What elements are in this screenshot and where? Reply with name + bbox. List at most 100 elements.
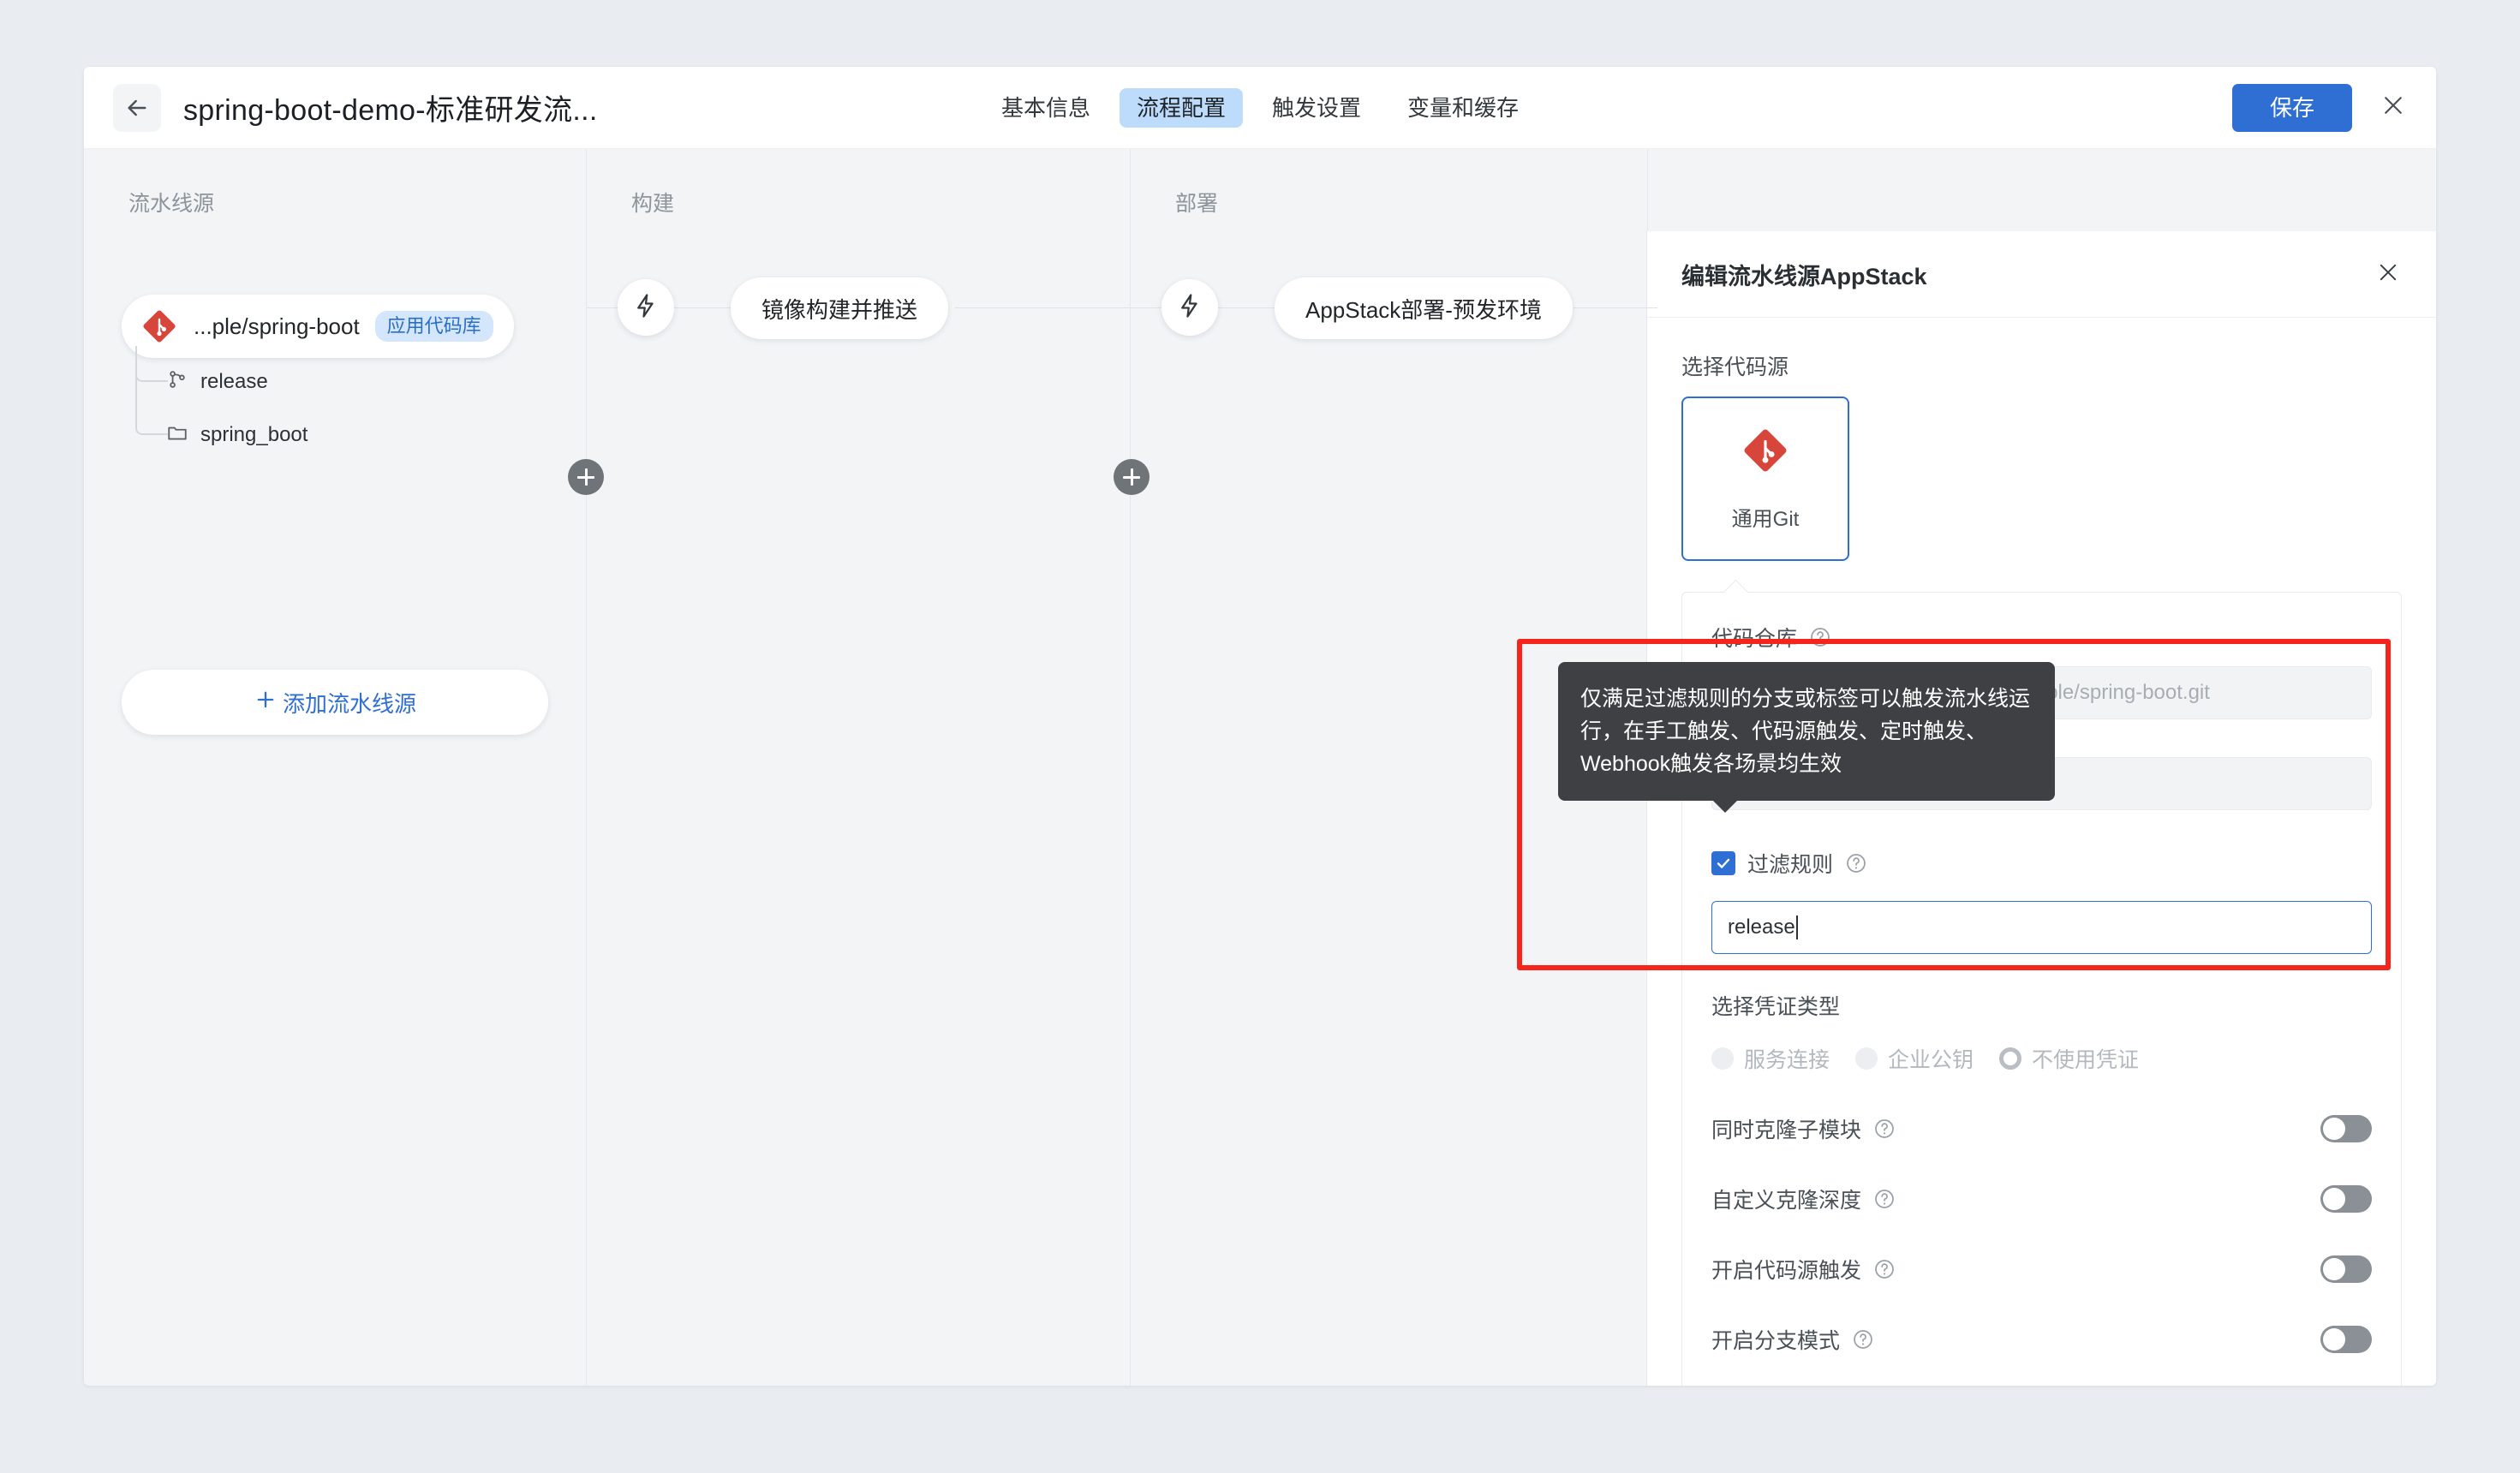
edit-source-panel: 编辑流水线源AppStack 选择代码源 通用Git 代码仓库 过滤规则 rel… — [1646, 231, 2436, 1386]
tab-trigger-settings[interactable]: 触发设置 — [1255, 88, 1378, 128]
toggle-switch[interactable] — [2320, 1326, 2372, 1353]
radio-label: 企业公钥 — [1888, 1048, 1974, 1072]
save-button[interactable]: 保存 — [2231, 83, 2352, 132]
source-node-tag: 应用代码库 — [374, 311, 493, 342]
question-circle-icon[interactable] — [1809, 626, 1831, 648]
radio-circle-selected-icon — [1999, 1047, 2022, 1070]
close-editor-button[interactable] — [2376, 91, 2410, 125]
source-tree: release spring_boot — [135, 346, 308, 471]
tree-connector — [135, 406, 168, 435]
add-pipeline-source-button[interactable]: 添加流水线源 — [122, 670, 548, 735]
repo-label: 代码仓库 — [1711, 627, 1798, 651]
filter-rule-checkbox[interactable] — [1711, 851, 1735, 875]
app-header: spring-boot-demo-标准研发流... 基本信息 流程配置 触发设置… — [84, 67, 2436, 149]
question-circle-icon[interactable] — [1845, 852, 1867, 874]
tree-connector-stem — [135, 346, 137, 409]
question-circle-icon[interactable] — [1873, 1118, 1896, 1140]
question-circle-icon[interactable] — [1873, 1258, 1896, 1280]
toggle-knob — [2323, 1188, 2345, 1210]
source-type-card-label: 通用Git — [1731, 508, 1800, 531]
toggle-row-branch-mode: 开启分支模式 — [1711, 1324, 2372, 1355]
toggle-knob — [2323, 1258, 2345, 1280]
panel-body: 选择代码源 通用Git 代码仓库 过滤规则 release 选择凭证类型 服务连… — [1647, 318, 2436, 1386]
tree-item-folder[interactable]: spring_boot — [135, 346, 308, 452]
radio-label: 不使用凭证 — [2032, 1048, 2140, 1072]
tree-item-branch[interactable]: release — [135, 353, 308, 399]
toggle-knob — [2323, 1328, 2345, 1351]
close-icon — [2376, 260, 2400, 289]
stage-title-source: 流水线源 — [128, 192, 215, 216]
toggle-switch[interactable] — [2320, 1185, 2372, 1213]
add-stage-button-after-build[interactable] — [1114, 459, 1150, 495]
tree-connector — [135, 353, 168, 382]
filter-rule-tooltip: 仅满足过滤规则的分支或标签可以触发流水线运行，在手工触发、代码源触发、定时触发、… — [1558, 662, 2055, 813]
lightning-icon — [1177, 293, 1203, 323]
source-type-card-git[interactable]: 通用Git — [1681, 397, 1849, 561]
build-task-node[interactable]: 镜像构建并推送 — [731, 277, 949, 339]
radio-label: 服务连接 — [1744, 1048, 1830, 1072]
page-title: spring-boot-demo-标准研发流... — [183, 94, 598, 127]
stage-column-build: 构建 镜像构建并推送 — [587, 149, 1135, 1386]
radio-circle-icon — [1711, 1047, 1734, 1070]
radio-no-credential[interactable]: 不使用凭证 — [1999, 1043, 2139, 1074]
radio-circle-icon — [1855, 1047, 1878, 1070]
tab-bar: 基本信息 流程配置 触发设置 变量和缓存 — [984, 87, 1536, 128]
tab-basic-info[interactable]: 基本信息 — [984, 88, 1108, 128]
toggle-knob — [2323, 1118, 2345, 1140]
add-source-label: 添加流水线源 — [282, 690, 416, 717]
filter-rule-input[interactable]: release — [1711, 901, 2372, 954]
repo-field-label-row: 代码仓库 — [1711, 622, 2372, 653]
credential-type-label: 选择凭证类型 — [1711, 995, 1841, 1019]
tab-process-config[interactable]: 流程配置 — [1119, 87, 1243, 128]
radio-enterprise-key[interactable]: 企业公钥 — [1855, 1043, 1974, 1074]
tab-variables-cache[interactable]: 变量和缓存 — [1390, 88, 1536, 128]
pipeline-canvas: 流水线源 ...ple/spring-boot 应用代码库 release sp… — [84, 149, 2436, 1386]
deploy-stage-icon-button[interactable] — [1161, 279, 1218, 336]
connector-line — [1563, 307, 1657, 308]
source-type-label: 选择代码源 — [1681, 355, 1789, 379]
toggle-row-clone-depth: 自定义克隆深度 — [1711, 1184, 2372, 1214]
stage-column-source: 流水线源 ...ple/spring-boot 应用代码库 release sp… — [84, 149, 587, 1386]
stage-title-build: 构建 — [631, 192, 675, 216]
build-stage-icon-button[interactable] — [618, 279, 674, 336]
question-circle-icon[interactable] — [1852, 1328, 1874, 1351]
pipeline-editor-card: spring-boot-demo-标准研发流... 基本信息 流程配置 触发设置… — [84, 67, 2436, 1386]
panel-title: 编辑流水线源AppStack — [1681, 263, 1927, 289]
tree-item-label: release — [200, 370, 268, 393]
pipeline-source-node[interactable]: ...ple/spring-boot 应用代码库 — [122, 295, 514, 358]
panel-close-button[interactable] — [2373, 259, 2404, 289]
connector-line — [955, 307, 1135, 308]
add-stage-button-after-source[interactable] — [568, 459, 604, 495]
toggle-label: 同时克隆子模块 — [1711, 1118, 1862, 1142]
header-actions: 保存 — [2231, 83, 2410, 132]
toggle-label: 自定义克隆深度 — [1711, 1189, 1862, 1213]
deploy-task-node[interactable]: AppStack部署-预发环境 — [1275, 277, 1573, 339]
text-caret — [1795, 915, 1798, 939]
toggle-row-clone-submodules: 同时克隆子模块 — [1711, 1113, 2372, 1144]
git-icon — [1741, 426, 1790, 480]
filter-rule-row: 过滤规则 — [1711, 848, 2372, 879]
stage-title-deploy: 部署 — [1175, 192, 1219, 216]
folder-icon — [166, 421, 188, 450]
branch-icon — [166, 368, 188, 397]
toggle-switch[interactable] — [2320, 1255, 2372, 1283]
toggle-switch[interactable] — [2320, 1115, 2372, 1142]
plus-icon — [254, 688, 278, 718]
lightning-icon — [633, 293, 659, 323]
toggle-label: 开启分支模式 — [1711, 1329, 1841, 1353]
radio-service-connection[interactable]: 服务连接 — [1711, 1043, 1830, 1074]
credential-type-radio-group: 服务连接 企业公钥 不使用凭证 — [1711, 1043, 2372, 1074]
source-node-label: ...ple/spring-boot — [194, 313, 360, 339]
back-button[interactable] — [113, 83, 161, 132]
question-circle-icon[interactable] — [1873, 1188, 1896, 1210]
close-icon — [2380, 92, 2406, 122]
filter-rule-input-value: release — [1728, 915, 1795, 939]
panel-header: 编辑流水线源AppStack — [1647, 231, 2436, 318]
tree-item-label: spring_boot — [200, 423, 308, 446]
git-icon — [140, 307, 178, 345]
toggle-row-source-trigger: 开启代码源触发 — [1711, 1254, 2372, 1285]
arrow-left-icon — [123, 94, 151, 122]
filter-rule-label: 过滤规则 — [1747, 853, 1834, 877]
toggle-label: 开启代码源触发 — [1711, 1259, 1862, 1283]
field-spacer — [1711, 810, 2372, 848]
